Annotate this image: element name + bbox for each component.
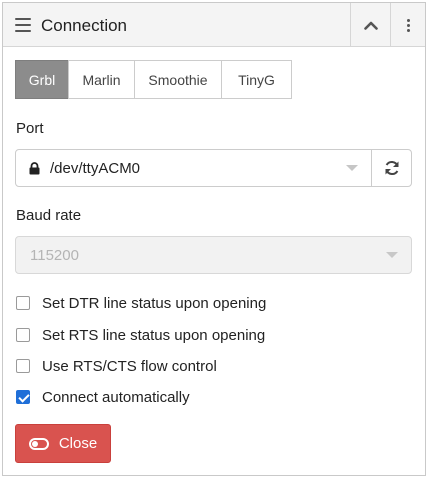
set-rts-label[interactable]: Set RTS line status upon opening xyxy=(42,327,265,344)
vertical-ellipsis-icon xyxy=(406,17,410,34)
collapse-button[interactable] xyxy=(350,3,390,47)
port-label: Port xyxy=(16,120,44,137)
connect-automatically-checkbox[interactable] xyxy=(16,390,30,404)
tab-marlin[interactable]: Marlin xyxy=(68,60,135,99)
set-dtr-checkbox[interactable] xyxy=(16,296,30,310)
baud-rate-value: 115200 xyxy=(30,247,79,264)
toggle-on-icon xyxy=(28,437,49,450)
connect-automatically-label[interactable]: Connect automatically xyxy=(42,389,190,406)
flow-control-label[interactable]: Use RTS/CTS flow control xyxy=(42,358,217,375)
port-select[interactable]: /dev/ttyACM0 xyxy=(15,149,372,187)
refresh-ports-button[interactable] xyxy=(371,149,412,187)
option-set-rts: Set RTS line status upon opening xyxy=(16,325,265,345)
more-options-button[interactable] xyxy=(390,3,425,47)
lock-icon xyxy=(29,162,40,175)
chevron-down-icon xyxy=(386,252,398,258)
chevron-up-icon xyxy=(363,21,378,30)
chevron-down-icon xyxy=(346,165,358,171)
close-button-label: Close xyxy=(58,435,98,452)
tab-grbl[interactable]: Grbl xyxy=(15,60,69,99)
option-flow-control: Use RTS/CTS flow control xyxy=(16,356,217,376)
option-set-dtr: Set DTR line status upon opening xyxy=(16,293,266,313)
set-dtr-label[interactable]: Set DTR line status upon opening xyxy=(42,295,266,312)
flow-control-checkbox[interactable] xyxy=(16,359,30,373)
tab-smoothie[interactable]: Smoothie xyxy=(134,60,222,99)
widget-title: Connection xyxy=(41,16,128,35)
tab-tinyg[interactable]: TinyG xyxy=(221,60,292,99)
hamburger-icon[interactable] xyxy=(15,18,31,32)
option-connect-automatically: Connect automatically xyxy=(16,387,190,407)
widget-header: Connection xyxy=(3,3,425,47)
baud-rate-label: Baud rate xyxy=(16,207,82,224)
baud-rate-select[interactable]: 115200 xyxy=(15,236,412,274)
refresh-icon xyxy=(385,160,398,176)
close-connection-button[interactable]: Close xyxy=(15,424,111,463)
set-rts-checkbox[interactable] xyxy=(16,328,30,342)
connection-widget: Connection Grbl Marlin Smoothie TinyG Po… xyxy=(2,2,426,476)
port-value: /dev/ttyACM0 xyxy=(50,160,141,177)
controller-tabs: Grbl Marlin Smoothie TinyG xyxy=(15,60,292,99)
